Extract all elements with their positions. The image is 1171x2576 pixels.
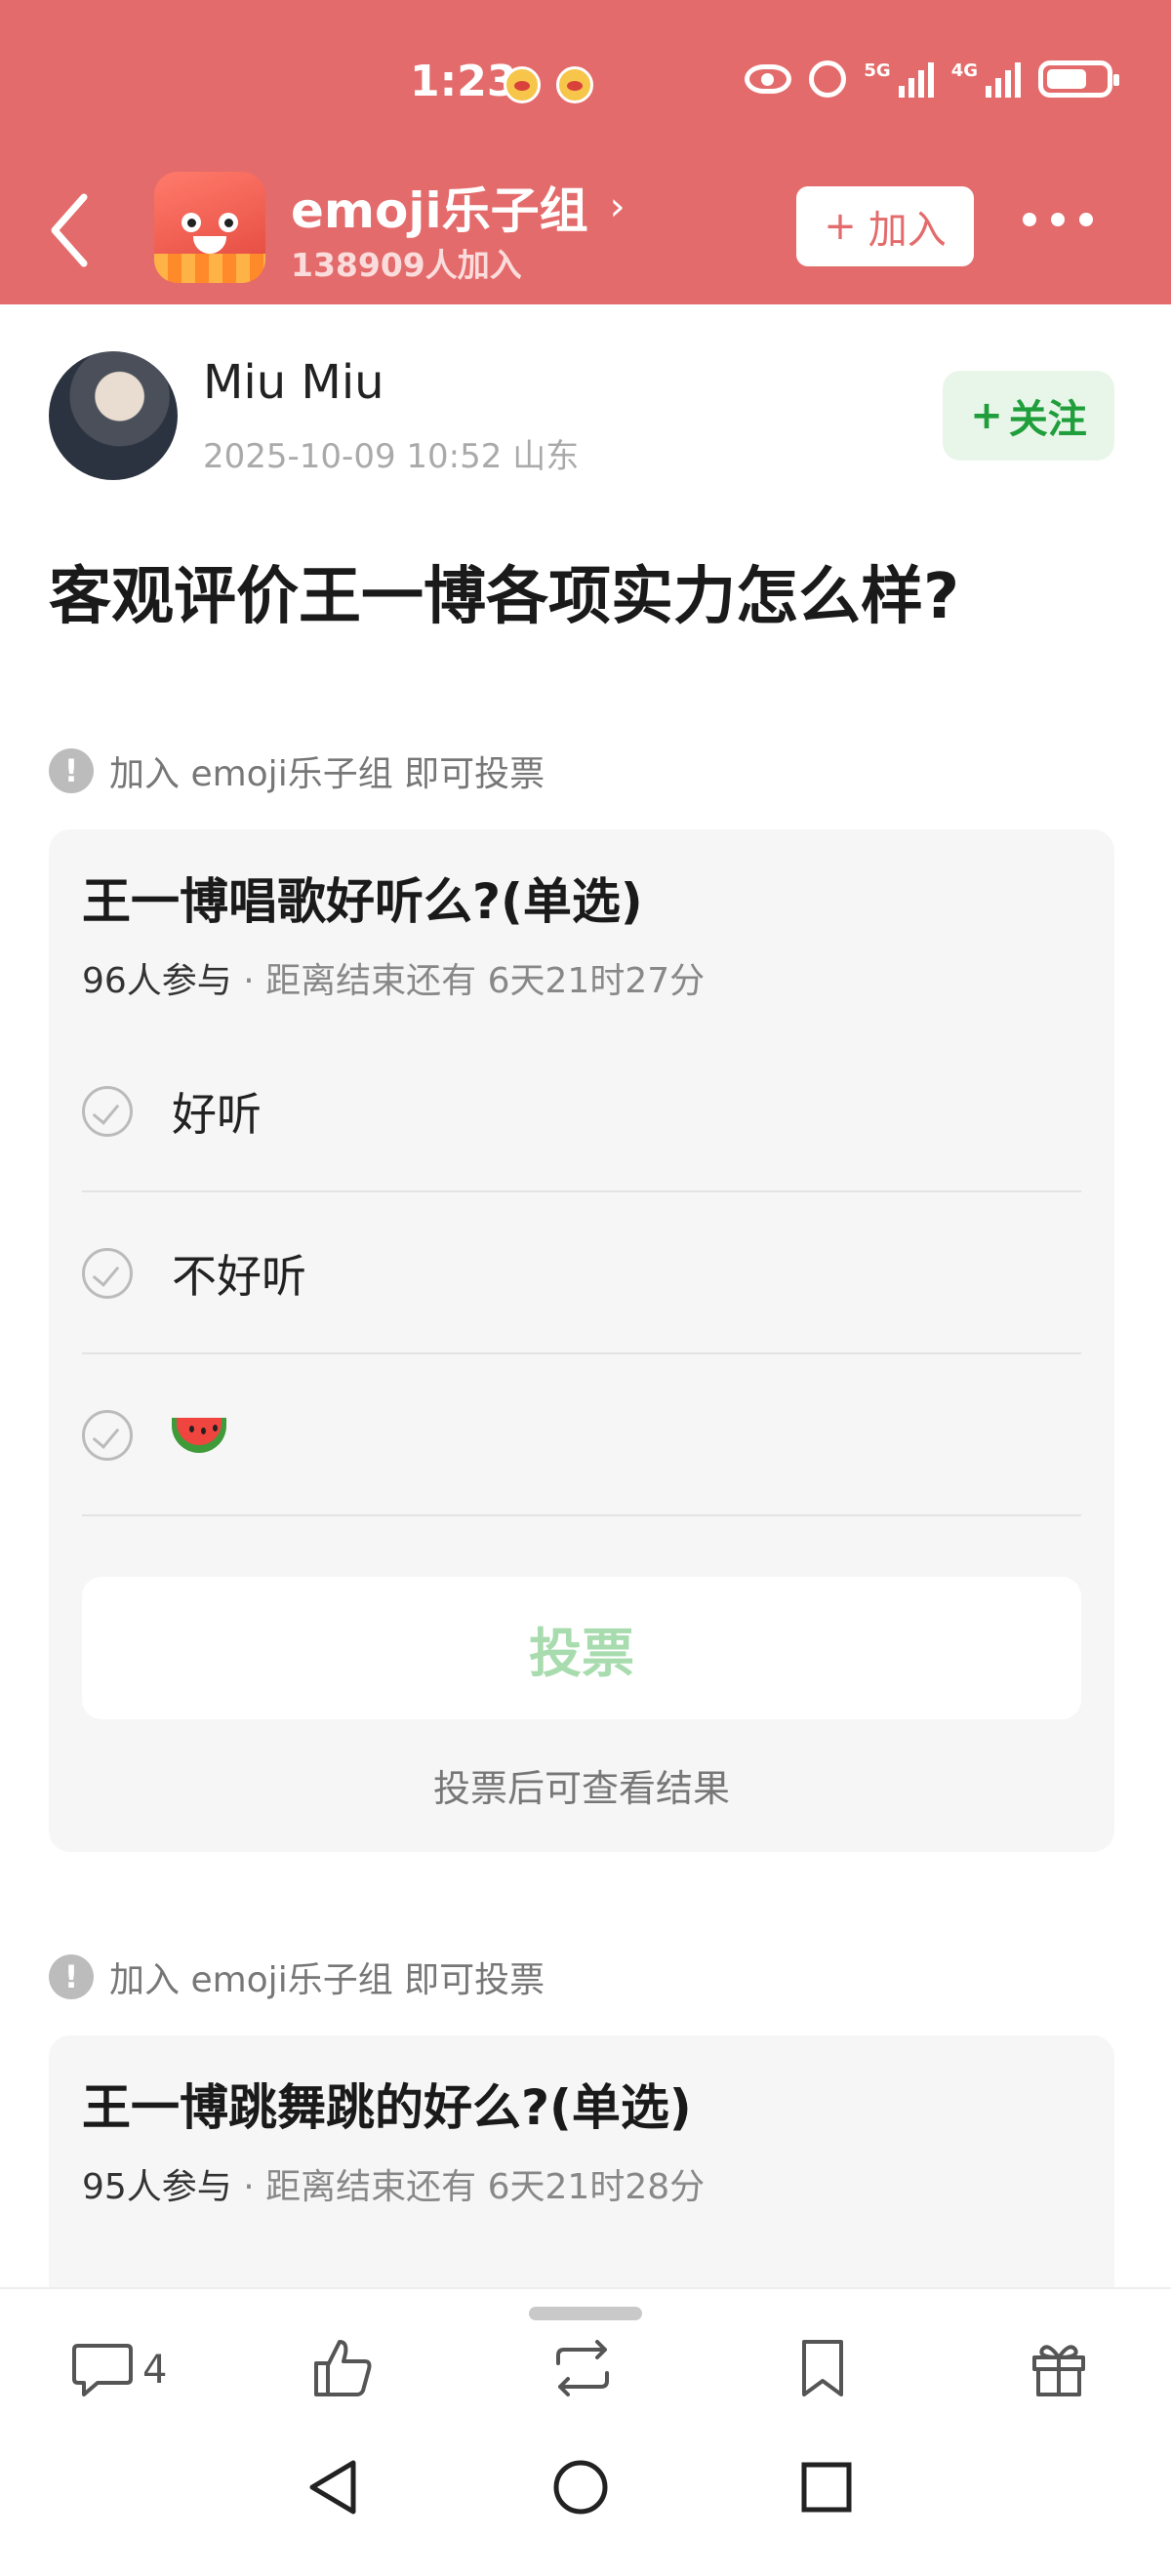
poll-option-label: 不好听 — [172, 1250, 306, 1303]
vote-button[interactable]: 投票 — [82, 1577, 1081, 1719]
poll-meta: 96人参与 · 距离结束还有 6天21时27分 — [82, 952, 705, 1003]
group-name: emoji乐子组 — [291, 182, 588, 239]
author-name[interactable]: Miu Miu — [203, 355, 384, 410]
signal-4g-icon — [986, 60, 1021, 98]
vote-result-hint: 投票后可查看结果 — [432, 1767, 730, 1810]
poll-question: 王一博唱歌好听么?(单选) — [82, 873, 643, 930]
follow-label: 关注 — [1008, 397, 1087, 442]
watermelon-icon — [172, 1418, 226, 1453]
poll-meta: 95人参与 · 距离结束还有 6天21时28分 — [82, 2158, 705, 2209]
meta-separator: · — [231, 2167, 266, 2207]
vote-hint: ! 加入 emoji乐子组 即可投票 — [49, 1952, 545, 2002]
follow-button[interactable]: + 关注 — [943, 371, 1114, 461]
gift-icon[interactable] — [1025, 2334, 1093, 2402]
status-time: 1:23 — [410, 57, 517, 106]
poll-option-label: 好听 — [172, 1088, 262, 1141]
post-title: 客观评价王一博各项实力怎么样? — [49, 561, 960, 633]
vote-hint-text: 加入 emoji乐子组 即可投票 — [109, 1960, 545, 2000]
poll-deadline: 距离结束还有 6天21时27分 — [265, 961, 706, 1001]
avatar-mouth — [193, 236, 226, 254]
group-name-link[interactable]: emoji乐子组 › — [291, 172, 626, 242]
weibo-notification-icon — [556, 66, 593, 103]
avatar-eye — [219, 213, 238, 232]
vote-hint-text: 加入 emoji乐子组 即可投票 — [109, 754, 545, 794]
comment-count: 4 — [142, 2348, 168, 2393]
group-avatar[interactable] — [154, 172, 265, 283]
chevron-right-icon: › — [609, 184, 626, 229]
signal-5g-icon — [898, 60, 934, 98]
join-label: 加入 — [868, 208, 947, 253]
status-icons: 5G 4G — [745, 60, 1119, 98]
battery-icon — [1038, 60, 1119, 98]
check-circle-icon — [82, 1248, 133, 1299]
post-action-bar: 4 — [0, 2287, 1171, 2420]
recents-square-icon[interactable] — [792, 2453, 861, 2521]
repost-icon[interactable] — [548, 2334, 617, 2402]
avatar-flames — [154, 254, 265, 283]
plus-icon: + — [970, 393, 1003, 438]
poll-option[interactable]: 好听 — [82, 1032, 1081, 1192]
plus-icon: + — [824, 204, 857, 249]
join-group-button[interactable]: + 加入 — [796, 186, 974, 266]
alarm-icon — [809, 60, 847, 98]
more-options-icon[interactable] — [1023, 213, 1093, 226]
network-5g-label: 5G — [864, 60, 891, 81]
app-header: 1:23 5G 4G emoji乐子组 › 138909人加入 + 加入 — [0, 0, 1171, 304]
weibo-notification-icon — [504, 66, 541, 103]
poll-deadline: 距离结束还有 6天21时28分 — [265, 2167, 706, 2207]
author-avatar[interactable] — [49, 351, 178, 480]
poll-option[interactable] — [82, 1356, 1081, 1516]
poll-card: 王一博跳舞跳的好么?(单选) 95人参与 · 距离结束还有 6天21时28分 — [49, 2035, 1114, 2328]
comment-icon[interactable] — [68, 2334, 137, 2402]
meta-separator: · — [231, 961, 266, 1001]
poll-option[interactable]: 不好听 — [82, 1194, 1081, 1354]
system-nav-bar — [0, 2420, 1171, 2576]
like-icon[interactable] — [308, 2334, 377, 2402]
bookmark-icon[interactable] — [788, 2334, 857, 2402]
check-circle-icon — [82, 1086, 133, 1137]
poll-participants: 95人参与 — [82, 2167, 232, 2207]
back-triangle-icon[interactable] — [299, 2453, 367, 2521]
post-timestamp-location: 2025-10-09 10:52 山东 — [203, 437, 580, 476]
avatar-eye — [182, 213, 201, 232]
poll-question: 王一博跳舞跳的好么?(单选) — [82, 2079, 692, 2136]
status-bar: 1:23 5G 4G — [0, 0, 1171, 172]
poll-card: 王一博唱歌好听么?(单选) 96人参与 · 距离结束还有 6天21时27分 好听… — [49, 829, 1114, 1852]
vote-hint: ! 加入 emoji乐子组 即可投票 — [49, 745, 545, 796]
back-arrow-icon[interactable] — [47, 191, 92, 269]
group-member-count: 138909人加入 — [291, 246, 522, 284]
info-icon: ! — [49, 1954, 94, 1999]
eye-comfort-icon — [745, 64, 792, 94]
info-icon: ! — [49, 748, 94, 793]
poll-participants: 96人参与 — [82, 961, 232, 1001]
check-circle-icon — [82, 1410, 133, 1461]
drag-handle[interactable] — [529, 2307, 642, 2320]
home-circle-icon[interactable] — [546, 2453, 615, 2521]
network-4g-label: 4G — [950, 60, 978, 81]
